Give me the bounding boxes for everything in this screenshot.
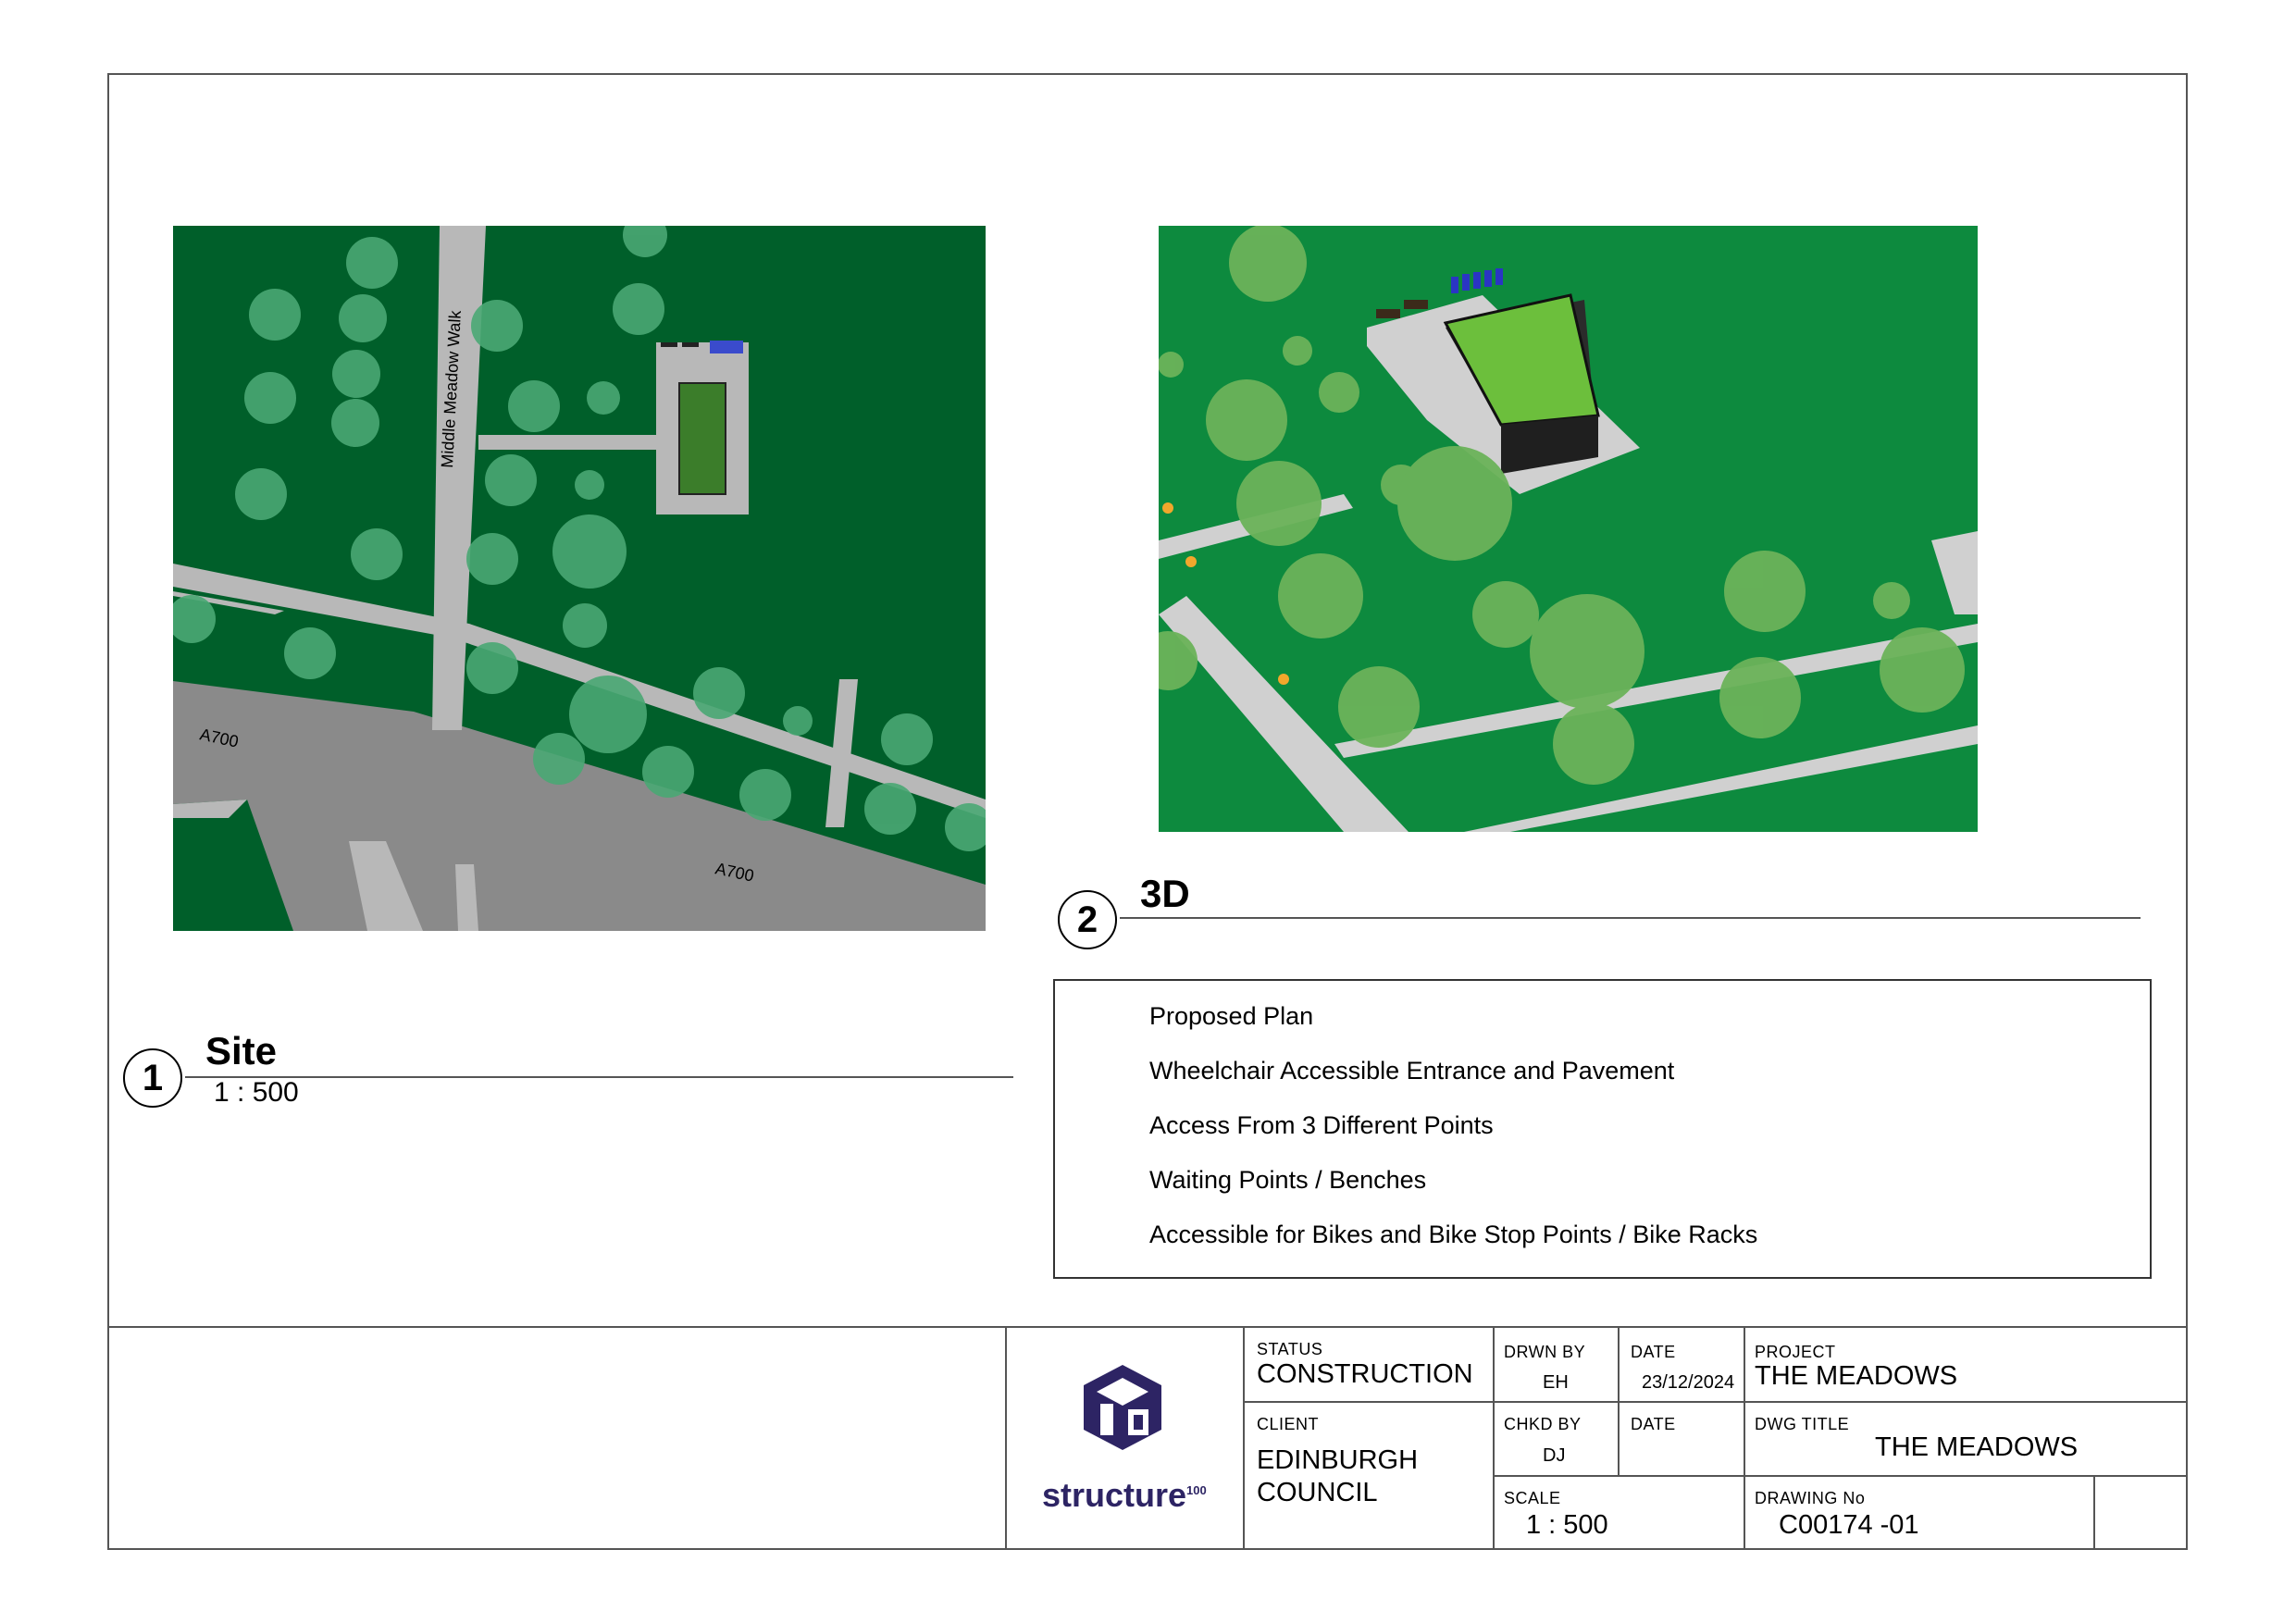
site-plan-drawing: Middle Meadow Walk A700 A700 — [173, 226, 986, 931]
logo-cell: structure100 — [1005, 1328, 1243, 1548]
client-line-2: COUNCIL — [1257, 1478, 1378, 1507]
note-item: Wheelchair Accessible Entrance and Pavem… — [1149, 1057, 1675, 1085]
building-green-roof — [678, 382, 726, 495]
note-item: Accessible for Bikes and Bike Stop Point… — [1149, 1221, 1758, 1248]
date-cell: DATE 23/12/2024 — [1618, 1328, 1744, 1403]
bench-2 — [682, 342, 699, 347]
access-path — [478, 435, 656, 450]
view-title-line-1 — [185, 1076, 1013, 1078]
scale-value: 1 : 500 — [1526, 1510, 1608, 1540]
site-plan-view: Middle Meadow Walk A700 A700 — [173, 226, 986, 931]
bench-3d-2 — [1404, 300, 1428, 309]
drawn-by-value: EH — [1543, 1372, 1569, 1393]
view-number-1: 1 — [123, 1048, 182, 1108]
note-item: Proposed Plan — [1149, 1002, 1314, 1030]
note-item: Access From 3 Different Points — [1149, 1111, 1494, 1139]
scale-cell: SCALE 1 : 500 — [1493, 1477, 1744, 1548]
status-cell: STATUS CONSTRUCTION — [1243, 1328, 1493, 1403]
logo-wordmark: structure100 — [1042, 1476, 1207, 1514]
title-block: structure100 STATUS CONSTRUCTION CLIENT … — [107, 1326, 2188, 1550]
bike-racks — [710, 341, 743, 353]
status-label: STATUS — [1257, 1340, 1323, 1358]
dwg-title-value: THE MEADOWS — [1875, 1432, 2079, 1462]
date2-cell: DATE — [1618, 1403, 1744, 1477]
bench-1 — [661, 342, 677, 347]
scale-label: SCALE — [1504, 1489, 1561, 1507]
structure100-logo-icon — [1084, 1365, 1161, 1450]
note-item: Waiting Points / Benches — [1149, 1166, 1427, 1194]
view-number-2: 2 — [1058, 890, 1117, 949]
view-title-3d: 3D — [1140, 872, 1190, 915]
drawing-no-value: C00174 -01 — [1779, 1510, 1919, 1540]
date2-label: DATE — [1631, 1415, 1676, 1433]
view-title-line-2 — [1120, 917, 2141, 919]
date-label: DATE — [1631, 1343, 1676, 1361]
drawn-by-cell: DRWN BY EH — [1493, 1328, 1618, 1403]
client-label: CLIENT — [1257, 1415, 1320, 1433]
project-label: PROJECT — [1755, 1343, 1836, 1361]
date-value: 23/12/2024 — [1642, 1372, 1735, 1393]
project-value: THE MEADOWS — [1755, 1361, 1958, 1391]
revision-cell — [2093, 1477, 2188, 1548]
client-line-1: EDINBURGH — [1257, 1445, 1419, 1475]
drawing-no-cell: DRAWING No C00174 -01 — [1744, 1477, 2093, 1548]
drawn-by-label: DRWN BY — [1504, 1343, 1586, 1361]
view-scale-site: 1 : 500 — [214, 1077, 299, 1108]
dwg-title-label: DWG TITLE — [1755, 1415, 1850, 1433]
dwg-title-cell: DWG TITLE THE MEADOWS — [1744, 1403, 2188, 1477]
status-value: CONSTRUCTION — [1257, 1359, 1473, 1389]
bench-3d-1 — [1376, 309, 1400, 318]
drawing-no-label: DRAWING No — [1755, 1489, 1866, 1507]
notes-box: Proposed Plan Wheelchair Accessible Entr… — [1053, 979, 2152, 1279]
3d-drawing — [1159, 226, 1978, 832]
view-title-site: Site — [205, 1029, 278, 1072]
client-cell: CLIENT EDINBURGH COUNCIL — [1243, 1403, 1493, 1548]
checked-by-label: CHKD BY — [1504, 1415, 1582, 1433]
project-cell: PROJECT THE MEADOWS — [1744, 1328, 2188, 1403]
checked-by-cell: CHKD BY DJ — [1493, 1403, 1618, 1477]
3d-view — [1159, 226, 1978, 832]
checked-by-value: DJ — [1543, 1445, 1566, 1466]
